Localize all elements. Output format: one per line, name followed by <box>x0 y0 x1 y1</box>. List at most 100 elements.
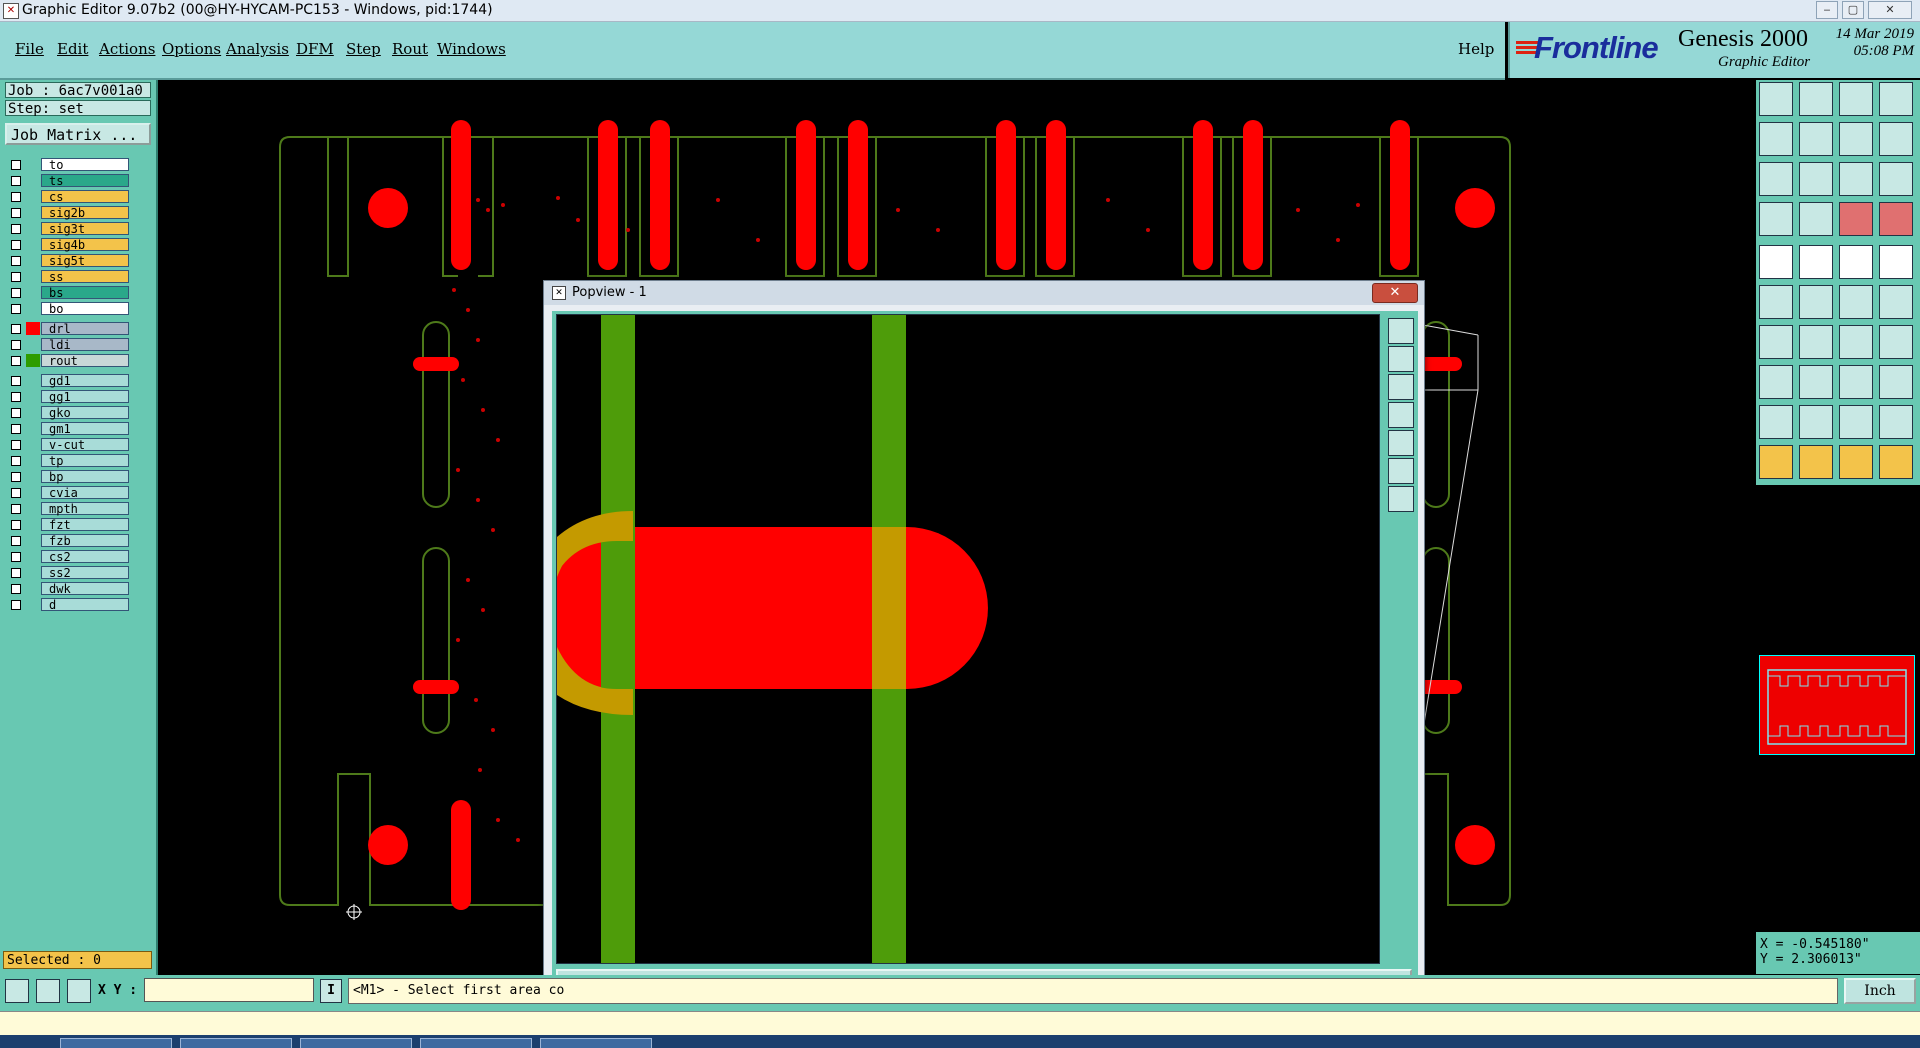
menu-file[interactable]: File <box>15 40 44 58</box>
tool-circle-icon[interactable] <box>1879 245 1913 279</box>
menu-analysis[interactable]: Analysis <box>226 40 289 58</box>
menu-actions[interactable]: Actions <box>99 40 155 58</box>
layer-checkbox[interactable] <box>11 304 21 314</box>
layer-checkbox[interactable] <box>11 376 21 386</box>
layer-checkbox[interactable] <box>11 160 21 170</box>
layer-checkbox[interactable] <box>11 392 21 402</box>
layer-checkbox[interactable] <box>11 288 21 298</box>
layer-checkbox[interactable] <box>11 356 21 366</box>
menu-help[interactable]: Help <box>1458 40 1494 58</box>
tool-pan-right-icon[interactable] <box>1799 122 1833 156</box>
tool-letter-a-3-icon[interactable] <box>1879 405 1913 439</box>
layer-color-swatch[interactable] <box>26 174 40 187</box>
layer-color-swatch[interactable] <box>26 438 40 451</box>
tool-layers-icon[interactable] <box>1839 202 1873 236</box>
layer-name[interactable]: to <box>41 158 129 172</box>
tool-select-3-icon[interactable] <box>1839 445 1873 479</box>
layer-row[interactable]: bp <box>7 470 129 484</box>
layer-color-swatch[interactable] <box>26 238 40 251</box>
close-window-button[interactable]: ✕ <box>1868 1 1912 19</box>
tool-array-icon[interactable] <box>1879 365 1913 399</box>
layer-checkbox[interactable] <box>11 552 21 562</box>
layer-checkbox[interactable] <box>11 536 21 546</box>
layer-color-swatch[interactable] <box>26 598 40 611</box>
tool-node-2-icon[interactable] <box>1879 285 1913 319</box>
menu-dfm[interactable]: DFM <box>296 40 334 58</box>
job-matrix-button[interactable]: Job Matrix ... <box>5 123 151 145</box>
layer-row[interactable]: cs2 <box>7 550 129 564</box>
layer-row[interactable]: sig5t <box>7 254 129 268</box>
tool-triangle-icon[interactable] <box>1759 405 1793 439</box>
layer-name[interactable]: gko <box>41 406 129 420</box>
tool-select-2-icon[interactable] <box>1799 445 1833 479</box>
layer-checkbox[interactable] <box>11 488 21 498</box>
layer-row[interactable]: v-cut <box>7 438 129 452</box>
layer-name[interactable]: fzb <box>41 534 129 548</box>
layer-checkbox[interactable] <box>11 568 21 578</box>
layer-checkbox[interactable] <box>11 192 21 202</box>
layer-color-swatch[interactable] <box>26 566 40 579</box>
popview-close-icon[interactable]: ✕ <box>1372 283 1418 303</box>
layer-row[interactable]: fzb <box>7 534 129 548</box>
layer-color-swatch[interactable] <box>26 354 40 367</box>
tool-scale-icon[interactable] <box>1839 162 1873 196</box>
layer-name[interactable]: ldi <box>41 338 129 352</box>
tool-connect-icon[interactable] <box>1759 285 1793 319</box>
tool-angle-icon[interactable] <box>1759 325 1793 359</box>
layer-color-swatch[interactable] <box>26 158 40 171</box>
menu-options[interactable]: Options <box>162 40 221 58</box>
tool-center-icon[interactable] <box>1799 162 1833 196</box>
layer-checkbox[interactable] <box>11 176 21 186</box>
tool-stack-icon[interactable] <box>1759 202 1793 236</box>
tool-select-icon[interactable] <box>1759 445 1793 479</box>
layer-color-swatch[interactable] <box>26 502 40 515</box>
tool-slash-icon[interactable] <box>1799 325 1833 359</box>
tool-move-icon[interactable] <box>1759 365 1793 399</box>
layer-checkbox[interactable] <box>11 240 21 250</box>
layer-checkbox[interactable] <box>11 600 21 610</box>
layer-color-swatch[interactable] <box>26 254 40 267</box>
snap-mode-icon[interactable] <box>5 979 29 1003</box>
layer-checkbox[interactable] <box>11 424 21 434</box>
layer-checkbox[interactable] <box>11 440 21 450</box>
layer-row[interactable]: sig3t <box>7 222 129 236</box>
layer-name[interactable]: cs <box>41 190 129 204</box>
popview-titlebar[interactable]: ✕ Popview - 1 ✕ <box>544 281 1424 305</box>
popview-canvas[interactable] <box>556 314 1380 964</box>
layer-checkbox[interactable] <box>11 504 21 514</box>
layer-color-swatch[interactable] <box>26 422 40 435</box>
layer-color-swatch[interactable] <box>26 470 40 483</box>
layer-name[interactable]: gd1 <box>41 374 129 388</box>
popview-pan-left-icon[interactable] <box>1388 402 1414 428</box>
layer-checkbox[interactable] <box>11 472 21 482</box>
popview-pan-down-icon[interactable] <box>1388 374 1414 400</box>
tool-delete-icon[interactable] <box>1799 285 1833 319</box>
maximize-button[interactable]: ▢ <box>1842 1 1864 19</box>
layer-checkbox[interactable] <box>11 408 21 418</box>
tool-layers-2-icon[interactable] <box>1879 202 1913 236</box>
tool-arc-icon[interactable] <box>1839 325 1873 359</box>
layer-color-swatch[interactable] <box>26 486 40 499</box>
layer-color-swatch[interactable] <box>26 550 40 563</box>
layer-name[interactable]: sig4b <box>41 238 129 252</box>
overview-minimap[interactable] <box>1759 655 1915 755</box>
popview-pan-right-icon[interactable] <box>1388 430 1414 456</box>
layer-name[interactable]: gg1 <box>41 390 129 404</box>
tool-home-icon[interactable] <box>1759 82 1793 116</box>
layer-name[interactable]: tp <box>41 454 129 468</box>
layer-name[interactable]: ts <box>41 174 129 188</box>
layer-name[interactable]: cs2 <box>41 550 129 564</box>
tool-select-route-icon[interactable] <box>1879 445 1913 479</box>
tool-house-icon[interactable] <box>1839 82 1873 116</box>
tool-redraw-icon[interactable] <box>1839 122 1873 156</box>
tool-window-icon[interactable] <box>1879 82 1913 116</box>
layer-color-swatch[interactable] <box>26 518 40 531</box>
tool-snap-icon[interactable] <box>1879 122 1913 156</box>
layer-checkbox[interactable] <box>11 520 21 530</box>
layer-row[interactable]: drl <box>7 322 129 336</box>
popview-zoom-out-icon[interactable] <box>1388 486 1414 512</box>
layer-row[interactable]: gg1 <box>7 390 129 404</box>
layer-name[interactable]: bp <box>41 470 129 484</box>
tool-split-icon[interactable] <box>1879 325 1913 359</box>
layer-name[interactable]: bs <box>41 286 129 300</box>
